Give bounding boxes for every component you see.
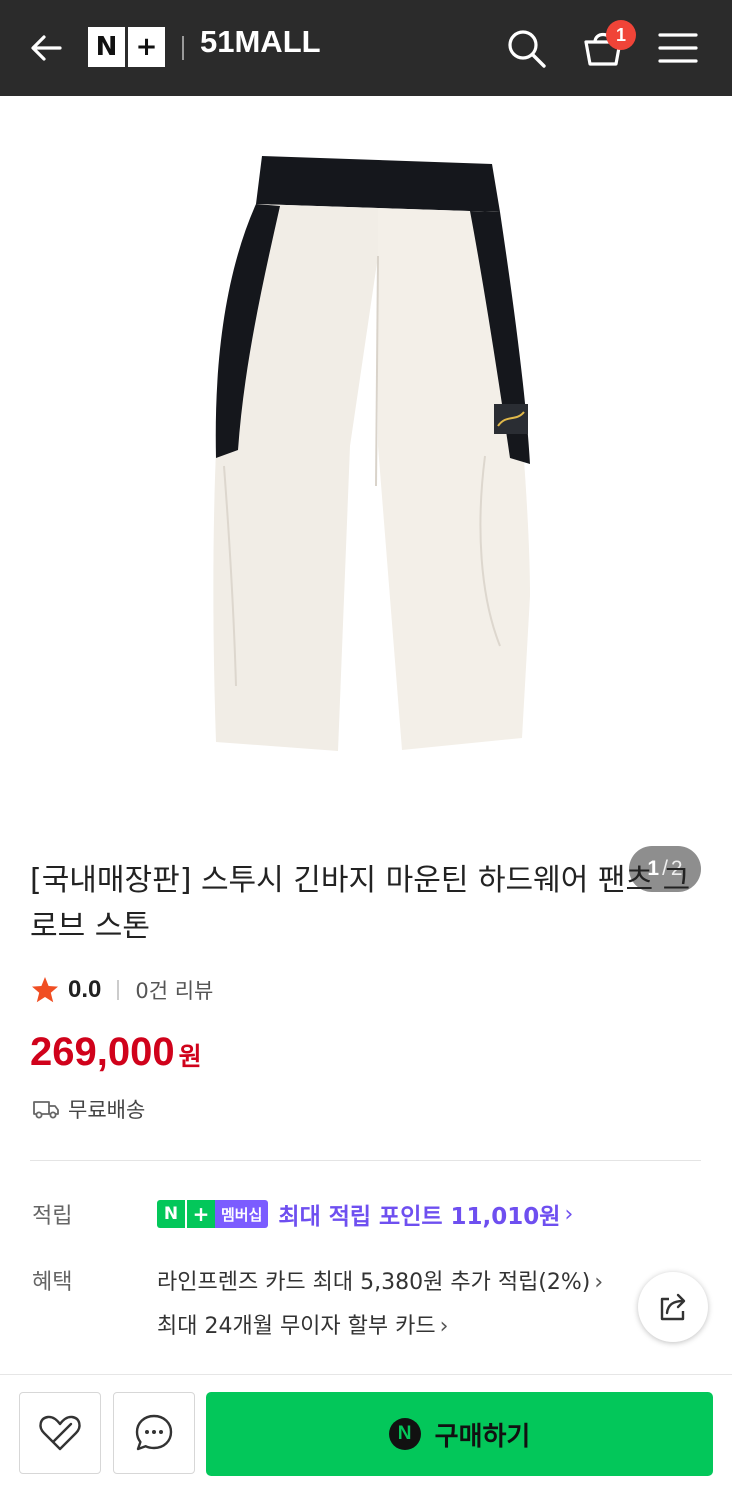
price-value: 269,000: [30, 1030, 175, 1074]
naver-plus-logo[interactable]: N +: [88, 27, 168, 67]
truck-icon: [33, 1101, 59, 1119]
chevron-right-icon: ›: [564, 1201, 574, 1227]
price: 269,000 원: [30, 1030, 202, 1075]
buy-button[interactable]: N 구매하기: [206, 1392, 713, 1476]
review-count[interactable]: 0건 리뷰: [135, 975, 213, 1005]
mall-name[interactable]: 51MALL: [200, 24, 321, 60]
search-icon[interactable]: [504, 26, 548, 70]
benefit-text: 라인프렌즈 카드 최대 5,380원 추가 적립(2%): [157, 1270, 591, 1295]
badge-membership: 멤버십: [215, 1200, 269, 1228]
points-label: 적립: [32, 1204, 73, 1229]
heart-icon: [39, 1415, 81, 1451]
chat-bubble-icon: [135, 1414, 173, 1451]
product-image-gallery[interactable]: 1 / 2: [0, 96, 732, 892]
max-points-text: 최대 적립 포인트 11,010원: [278, 1204, 561, 1230]
section-divider: [30, 1160, 701, 1161]
product-image-pants: [213, 156, 530, 751]
logo-divider: [182, 36, 184, 60]
benefits-label: 혜택: [32, 1270, 73, 1295]
shipping-info: 무료배송: [32, 1094, 145, 1124]
top-bar: N + 51MALL 1: [0, 0, 732, 96]
rating-row[interactable]: 0.0 0건 리뷰: [30, 972, 213, 1008]
logo-plus: +: [128, 27, 165, 67]
benefit-card-points[interactable]: 라인프렌즈 카드 최대 5,380원 추가 적립(2%) ›: [157, 1264, 603, 1296]
rating-divider: [117, 980, 120, 1000]
shipping-text: 무료배송: [68, 1098, 146, 1122]
naver-plus-membership-badge: N + 멤버십: [157, 1200, 269, 1228]
wishlist-button[interactable]: [19, 1392, 101, 1474]
badge-n: N: [157, 1200, 185, 1228]
star-icon: [32, 977, 58, 1003]
benefit-text: 최대 24개월 무이자 할부 카드: [157, 1314, 436, 1339]
logo-n: N: [88, 27, 125, 67]
chevron-right-icon: ›: [594, 1270, 604, 1295]
product-title: [국내매장판] 스투시 긴바지 마운틴 하드웨어 팬츠 그로브 스톤: [30, 863, 691, 944]
menu-icon[interactable]: [658, 30, 698, 66]
cart-count-badge: 1: [606, 20, 636, 50]
membership-points[interactable]: N + 멤버십 최대 적립 포인트 11,010원 ›: [157, 1197, 573, 1231]
share-icon: [660, 1293, 686, 1321]
chat-button[interactable]: [113, 1392, 195, 1474]
share-button[interactable]: [638, 1272, 708, 1342]
rating-score: 0.0: [68, 976, 102, 1003]
back-arrow-icon[interactable]: [26, 28, 66, 68]
benefit-installment[interactable]: 최대 24개월 무이자 할부 카드 ›: [157, 1308, 448, 1340]
buy-button-label: 구매하기: [434, 1421, 531, 1452]
naver-pay-icon: N: [388, 1418, 421, 1450]
chevron-right-icon: ›: [439, 1314, 449, 1339]
badge-plus: +: [185, 1200, 215, 1228]
price-unit: 원: [178, 1042, 202, 1071]
